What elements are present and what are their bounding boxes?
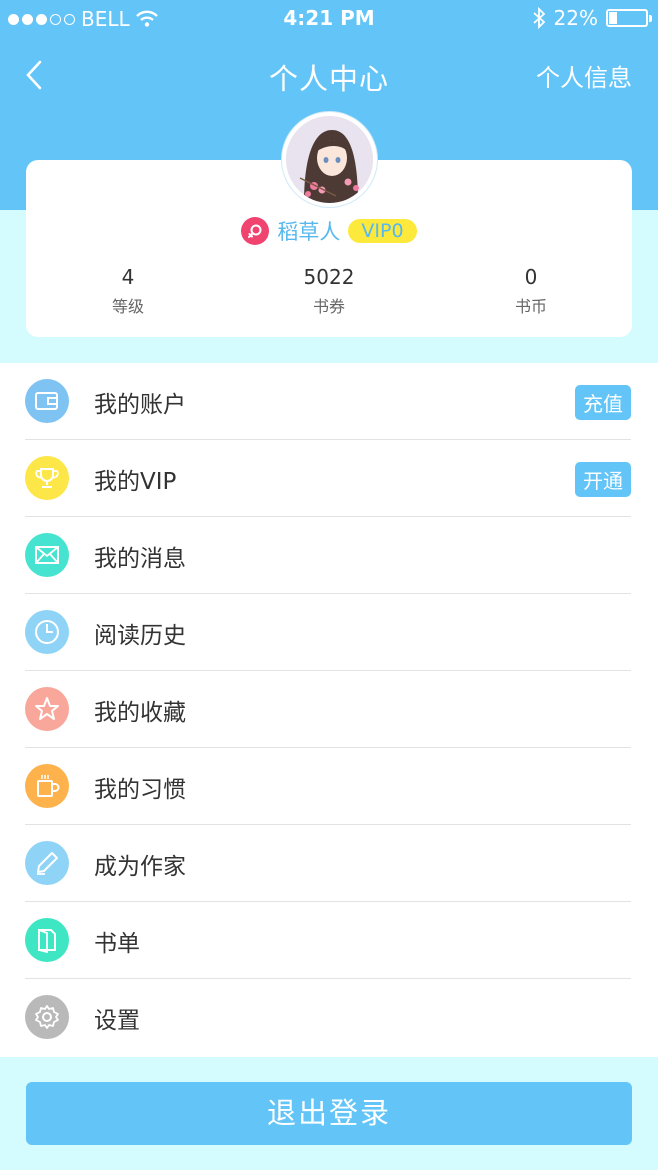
menu-label: 书单	[94, 931, 140, 957]
avatar[interactable]	[282, 112, 377, 207]
stat-level[interactable]: 4 等级	[58, 265, 198, 317]
menu-item-habits[interactable]: 我的习惯	[0, 748, 658, 825]
logout-button[interactable]: 退出登录	[26, 1082, 632, 1145]
wallet-icon	[25, 379, 69, 423]
stat-value: 4	[121, 265, 135, 289]
menu-label: 设置	[94, 1008, 140, 1034]
nav-bar: 个人中心 个人信息	[0, 48, 658, 100]
gear-icon	[25, 995, 69, 1039]
clock-icon	[25, 610, 69, 654]
menu-item-account[interactable]: 我的账户 充值	[0, 363, 658, 440]
user-identity: 稻草人 VIP0	[0, 216, 658, 246]
menu-list: 我的账户 充值 我的VIP 开通 我的消息 阅读历史 我的收藏 我的习惯 成为作…	[0, 363, 658, 1057]
cup-icon	[25, 764, 69, 808]
menu-item-vip[interactable]: 我的VIP 开通	[0, 440, 658, 517]
menu-label: 成为作家	[94, 854, 186, 880]
menu-item-become-author[interactable]: 成为作家	[0, 825, 658, 902]
vip-level-badge: VIP0	[348, 219, 417, 243]
stat-value: 5022	[303, 265, 355, 289]
menu-label: 阅读历史	[94, 623, 186, 649]
personal-info-link[interactable]: 个人信息	[536, 58, 632, 93]
stat-label: 书币	[514, 297, 547, 316]
battery-icon	[606, 9, 652, 27]
trophy-icon	[25, 456, 69, 500]
menu-label: 我的收藏	[94, 700, 186, 726]
stat-label: 书券	[312, 297, 345, 316]
pen-icon	[25, 841, 69, 885]
bluetooth-icon	[532, 7, 545, 29]
battery-percent: 22%	[553, 6, 598, 30]
recharge-button[interactable]: 充值	[575, 385, 631, 420]
status-bar: BELL 4:21 PM 22%	[0, 0, 658, 36]
menu-label: 我的账户	[94, 392, 186, 418]
stat-label: 等级	[111, 297, 144, 316]
menu-item-messages[interactable]: 我的消息	[0, 517, 658, 594]
avatar-illustration	[286, 116, 373, 203]
menu-item-booklist[interactable]: 书单	[0, 902, 658, 979]
menu-label: 我的习惯	[94, 777, 186, 803]
menu-label: 我的消息	[94, 546, 186, 572]
stat-value: 0	[524, 265, 538, 289]
stat-coupons[interactable]: 5022 书券	[259, 265, 399, 317]
menu-item-settings[interactable]: 设置	[0, 979, 658, 1056]
stat-coins[interactable]: 0 书币	[461, 265, 601, 317]
menu-item-favorites[interactable]: 我的收藏	[0, 671, 658, 748]
star-icon	[25, 687, 69, 731]
mail-icon	[25, 533, 69, 577]
female-gender-icon	[241, 217, 270, 245]
menu-label: 我的VIP	[94, 469, 177, 495]
book-icon	[25, 918, 69, 962]
menu-item-history[interactable]: 阅读历史	[0, 594, 658, 671]
user-name: 稻草人	[277, 220, 341, 244]
activate-vip-button[interactable]: 开通	[575, 462, 631, 497]
